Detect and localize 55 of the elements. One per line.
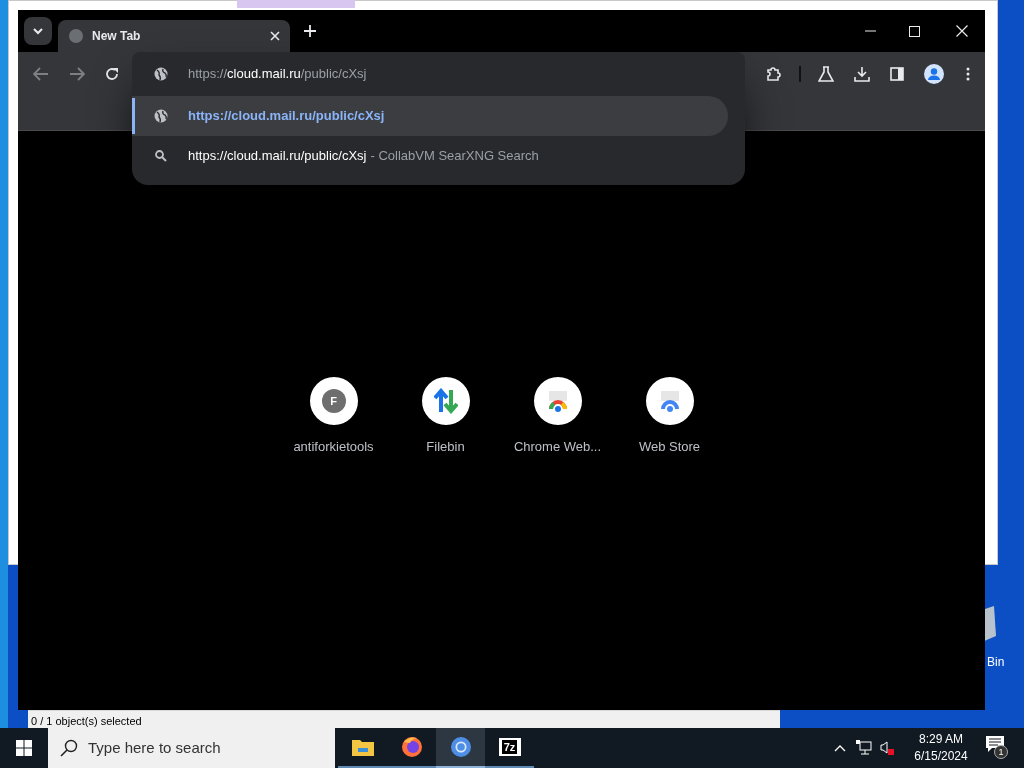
network-icon[interactable] (856, 740, 872, 756)
globe-icon (68, 28, 84, 44)
shortcut-tile[interactable] (645, 377, 694, 425)
profile-icon[interactable] (924, 64, 944, 84)
shortcut-title: antiforkietools (293, 438, 374, 456)
suggestion-text: https://cloud.mail.ru/public/cXsj (188, 147, 367, 166)
recycle-bin-label: Bin (987, 654, 1005, 671)
clock-time: 8:29 AM (919, 731, 963, 748)
clock-date: 6/15/2024 (914, 748, 968, 765)
chevron-up-icon[interactable] (834, 744, 846, 752)
puzzle-icon[interactable] (766, 66, 782, 82)
shortcut-tile[interactable]: F (309, 377, 358, 425)
suggestion-row[interactable]: https://cloud.mail.ru/public/cXsj - CollabVM SearXNG Search (132, 136, 728, 176)
close-icon[interactable] (956, 25, 968, 37)
address-text: https://cloud.mail.ru/public/cXsj (188, 65, 367, 84)
notification-badge: 1 (994, 745, 1008, 759)
globe-icon (154, 109, 168, 123)
flask-icon[interactable] (818, 66, 834, 82)
chromium-icon (449, 736, 472, 758)
taskbar-app-button[interactable]: 7z (485, 728, 534, 768)
taskbar-app-button[interactable] (436, 728, 485, 768)
globe-icon (154, 67, 168, 81)
close-icon[interactable] (270, 31, 280, 41)
folder-icon (351, 738, 374, 756)
suggestion-detail: - CollabVM SearXNG Search (370, 147, 539, 166)
firefox-icon (400, 736, 423, 758)
back-icon[interactable] (33, 67, 49, 81)
up-down-arrows-icon (433, 388, 458, 414)
taskbar-search-field[interactable]: Type here to search (48, 728, 335, 768)
search-icon (60, 739, 78, 757)
tab-title: New Tab (92, 28, 142, 45)
shortcut-tile[interactable] (421, 377, 470, 425)
download-icon[interactable] (854, 66, 870, 82)
maximize-icon[interactable] (909, 25, 920, 37)
side-panel-icon[interactable] (890, 67, 904, 81)
letter-avatar-icon: F (321, 389, 346, 413)
forward-icon[interactable] (69, 67, 85, 81)
search-icon (155, 150, 167, 162)
shortcut-title: Web Store (638, 438, 701, 456)
reload-icon[interactable] (105, 67, 119, 81)
archive-app-icon: 7z (498, 738, 521, 756)
shortcut-tile[interactable] (533, 377, 582, 425)
suggestion-text: https://cloud.mail.ru/public/cXsj (188, 107, 385, 126)
status-text: 0 / 1 object(s) selected (31, 715, 142, 728)
tab-search-button[interactable] (24, 17, 52, 45)
windows-logo-icon[interactable] (16, 740, 32, 756)
shortcut-title: Chrome Web... (513, 438, 602, 456)
browser-tab[interactable]: New Tab (58, 20, 290, 52)
muted-speaker-icon[interactable] (880, 741, 894, 755)
address-bar[interactable]: https://cloud.mail.ru/public/cXsj (132, 52, 745, 96)
new-tab-icon[interactable] (304, 25, 316, 37)
suggestion-row[interactable]: https://cloud.mail.ru/public/cXsj (132, 96, 728, 136)
chevron-down-icon (33, 27, 43, 35)
menu-icon[interactable] (966, 67, 970, 81)
shortcut-title: Filebin (426, 438, 465, 456)
